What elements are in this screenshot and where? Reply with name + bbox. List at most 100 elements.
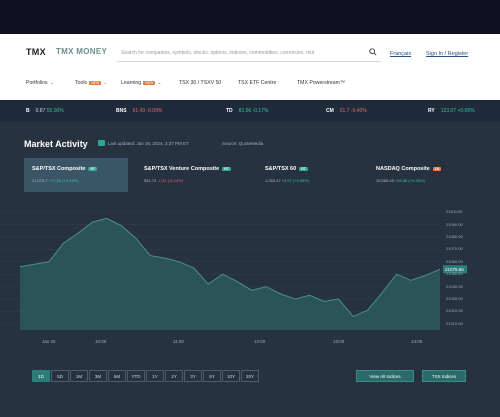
range-button-ytd[interactable]: YTD <box>127 370 145 382</box>
tab-name: S&P/TSX Composite RT <box>32 166 98 172</box>
range-button-5d[interactable]: 5D <box>51 370 69 382</box>
rt-badge: RT <box>88 166 98 171</box>
ticker-price: 61.7 <box>339 108 350 114</box>
top-bar <box>0 0 500 34</box>
page: TMX TMX MONEY Search for companies, symb… <box>0 0 500 417</box>
range-button-10y[interactable]: 10Y <box>222 370 240 382</box>
tab-sptsx-composite[interactable] <box>24 158 128 192</box>
y-tick-label: 21040.00 <box>446 283 463 289</box>
tab-label: NASDAQ Composite <box>376 166 430 172</box>
logo-brand: TMX MONEY <box>56 47 108 56</box>
y-tick-label: 21010.00 <box>446 320 463 326</box>
y-tick-label: 21070.00 <box>446 246 463 252</box>
y-tick-label: 21060.00 <box>446 258 463 264</box>
tab-value: 551.74 <box>144 178 157 183</box>
nav-tools[interactable]: Tools NEW ⌄ <box>75 80 107 86</box>
nav-tsx30[interactable]: TSX 30 / TSXV 50 <box>179 80 221 86</box>
sign-in-link[interactable]: Sign In / Register <box>426 51 468 57</box>
tab-values: 1,260.47 +3.57 (+0.28%) <box>265 178 309 183</box>
ticker-change: -0.40% <box>350 108 367 114</box>
ticker-change: -0.17% <box>252 108 269 114</box>
new-badge: NEW <box>143 80 156 85</box>
nav-portfolios[interactable]: Portfolios ⌄ <box>26 80 54 86</box>
y-tick-label: 21090.00 <box>446 221 463 227</box>
y-tick-label: 21030.00 <box>446 296 463 301</box>
tab-value: 1,260.47 <box>265 178 281 183</box>
tab-change: +54.66 (+0.35%) <box>394 178 425 183</box>
nav-label: Tools <box>75 80 88 86</box>
ticker-price: 0.87 <box>35 108 46 114</box>
range-button-20y[interactable]: 20Y <box>241 370 259 382</box>
tab-label: S&P/TSX Venture Composite <box>144 166 220 172</box>
ticker-change: 55.00% <box>46 108 64 114</box>
nav-etf-centre[interactable]: TSX ETF Centre <box>238 80 276 86</box>
view-all-indices-button[interactable]: View All Indices <box>356 370 414 382</box>
tab-nasdaq[interactable] <box>368 158 476 192</box>
tab-change: +71.55 (+0.34%) <box>48 178 79 183</box>
ticker-change: -0.09% <box>146 108 163 114</box>
tab-values: 15,565.05 +54.66 (+0.35%) <box>376 178 425 183</box>
delay-badge: 15 <box>432 166 441 171</box>
tab-name: NASDAQ Composite 15 <box>376 166 441 172</box>
x-tick-label: 10:00 <box>95 339 107 344</box>
clock-icon <box>98 140 105 146</box>
ticker-price: 61.43 <box>132 108 146 114</box>
tsx-indices-button[interactable]: TSX Indices <box>422 370 466 382</box>
last-updated: Last updated: Jan 25, 2024, 2:37 PM ET <box>108 141 189 146</box>
tab-tsx-60[interactable] <box>258 158 358 192</box>
ticker-item[interactable]: CM 61.7 -0.40% <box>326 108 367 114</box>
nav-label: TSX 30 / TSXV 50 <box>179 80 222 86</box>
tab-change: +3.57 (+0.28%) <box>281 178 310 183</box>
ticker-item[interactable]: RY 123.07 +0.06% <box>428 108 475 114</box>
range-button-3m[interactable]: 3M <box>89 370 107 382</box>
ticker-symbol: BNS <box>116 108 127 114</box>
x-tick-label: 12:00 <box>254 339 266 344</box>
nav-label: Learning <box>121 80 142 86</box>
nav-powerstream[interactable]: TMX Powerstream™ <box>297 80 345 86</box>
ticker-change: +0.06% <box>457 108 475 114</box>
nav-label: Portfolios <box>26 80 48 86</box>
range-button-2y[interactable]: 2Y <box>165 370 183 382</box>
index-chart[interactable]: 21075.65 <box>0 192 500 342</box>
range-button-1m[interactable]: 1M <box>70 370 88 382</box>
section-title: Market Activity <box>24 139 88 149</box>
ticker-symbol: B <box>26 108 30 114</box>
rt-badge: RT <box>299 166 308 171</box>
range-button-3y[interactable]: 3Y <box>184 370 202 382</box>
data-source: Source: QuoteMedia <box>222 141 264 146</box>
tab-label: S&P/TSX Composite <box>32 166 86 172</box>
tmx-logo[interactable]: TMX TMX MONEY <box>26 47 107 57</box>
search-input[interactable]: Search for companies, symbols, stocks, o… <box>117 44 381 62</box>
language-link[interactable]: Français <box>390 51 411 57</box>
tab-value: 15,565.05 <box>376 178 394 183</box>
ticker-symbol: RY <box>428 108 435 114</box>
range-button-1y[interactable]: 1Y <box>146 370 164 382</box>
nav-label: TSX ETF Centre <box>238 80 277 86</box>
chevron-down-icon: ⌄ <box>157 80 162 86</box>
range-button-1d[interactable]: 1D <box>32 370 50 382</box>
nav-label: TMX Powerstream™ <box>297 80 346 86</box>
range-selector: 1D 5D 1M 3M 6M YTD 1Y 2Y 3Y 5Y 10Y 20Y <box>32 370 260 382</box>
ticker-item[interactable]: BNS 61.43 -0.09% <box>116 108 162 114</box>
new-badge: NEW <box>89 80 102 85</box>
tab-name: S&P/TSX Venture Composite RT <box>144 166 231 172</box>
tab-values: 551.74 -1.31 (-0.24%) <box>144 178 183 183</box>
search-icon[interactable] <box>369 48 377 56</box>
ticker-symbol: CM <box>326 108 334 114</box>
ticker-item[interactable]: TD 81.06 -0.17% <box>226 108 268 114</box>
chevron-down-icon: ⌄ <box>103 80 108 86</box>
nav-learning[interactable]: Learning NEW ⌄ <box>121 80 162 86</box>
chevron-down-icon: ⌄ <box>49 80 54 86</box>
y-tick-label: 21050.00 <box>446 271 463 277</box>
range-button-6m[interactable]: 6M <box>108 370 126 382</box>
x-tick-label: Jan 25 <box>42 339 56 344</box>
ticker-item[interactable]: B 0.87 55.00% <box>26 108 64 114</box>
tab-name: S&P/TSX 60 RT <box>265 166 308 172</box>
y-tick-label: 21020.00 <box>446 308 463 314</box>
x-tick-label: 11:00 <box>173 339 184 344</box>
ticker-symbol: TD <box>226 108 233 114</box>
y-tick-label: 21100.00 <box>446 209 463 215</box>
tab-tsx-venture[interactable] <box>138 158 248 192</box>
range-button-5y[interactable]: 5Y <box>203 370 221 382</box>
x-tick-label: 14:00 <box>411 339 423 344</box>
